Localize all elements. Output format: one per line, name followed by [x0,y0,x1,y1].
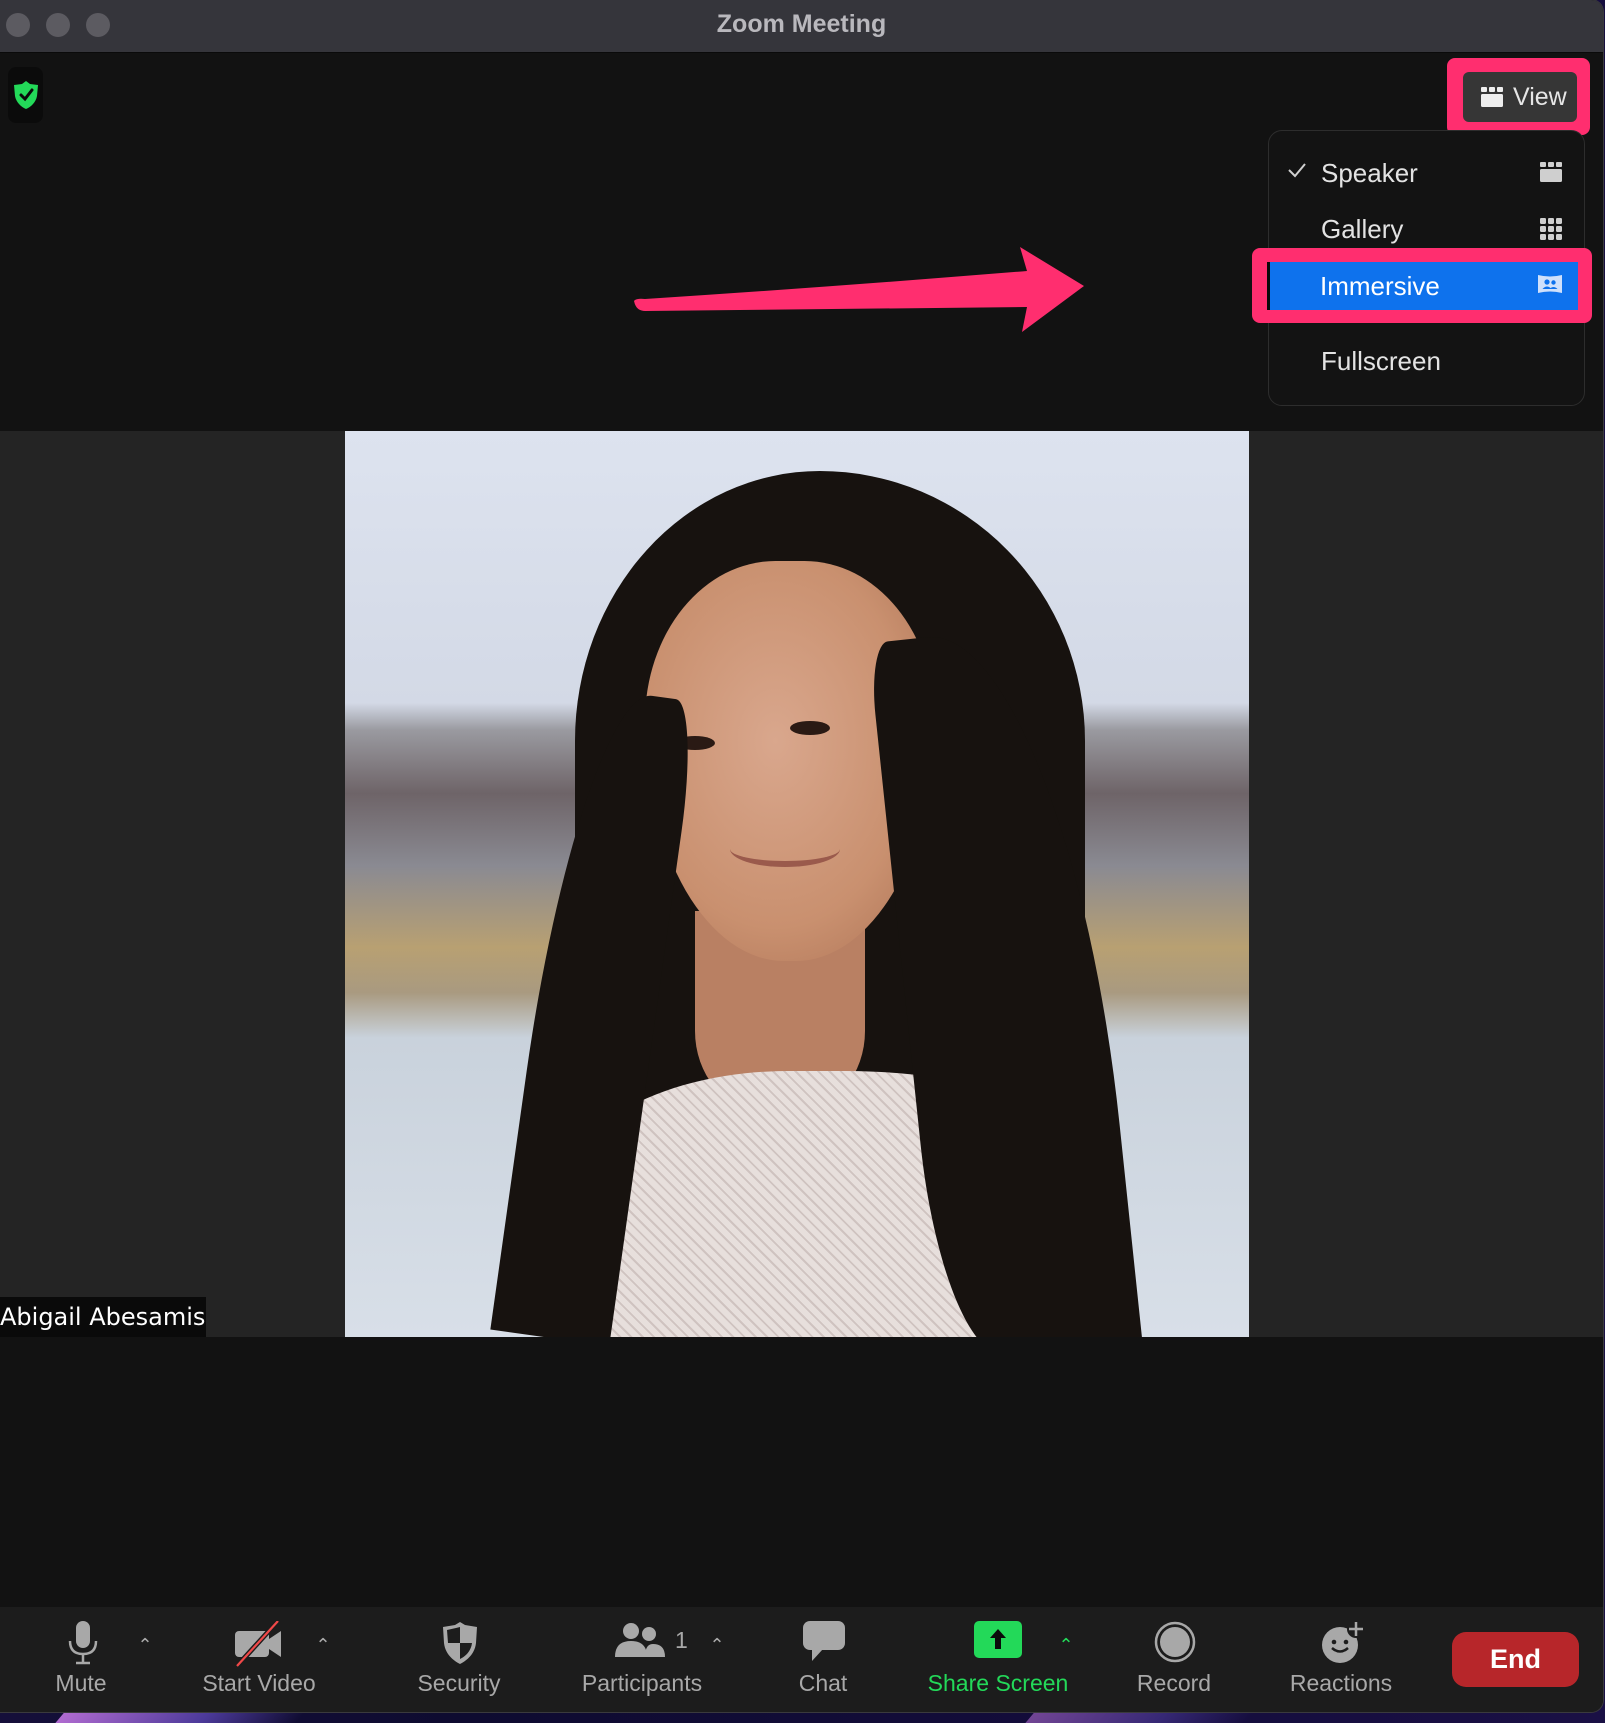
share-screen-icon [974,1621,1022,1658]
reactions-button[interactable]: Reactions [1280,1607,1405,1712]
desktop-wallpaper-streak [1025,1712,1255,1723]
share-screen-button[interactable]: Share Screen [918,1607,1078,1712]
window-title: Zoom Meeting [716,10,887,38]
mute-label: Mute [55,1670,107,1696]
participants-label: Participants [581,1670,703,1696]
video-off-icon [235,1621,281,1667]
chat-button[interactable]: Chat [780,1607,870,1712]
start-video-label: Start Video [202,1670,316,1696]
speaker-view-icon [1540,162,1562,182]
encryption-badge[interactable] [8,67,43,123]
participants-button[interactable]: 1 Participants [570,1607,703,1712]
shield-icon [443,1622,477,1664]
immersive-view-icon [1538,275,1562,293]
shield-check-icon [13,81,38,109]
participants-icon [615,1623,665,1657]
start-video-button[interactable]: Start Video [195,1607,325,1712]
menu-item-label: Immersive [1320,271,1440,301]
desktop-wallpaper [55,1712,305,1723]
view-menu-item-immersive[interactable]: Immersive [1267,262,1578,310]
view-button[interactable]: View [1463,72,1577,122]
view-menu-item-gallery[interactable]: Gallery [1269,204,1584,254]
security-label: Security [417,1670,501,1696]
checkmark-icon [1288,163,1306,178]
meeting-toolbar: Mute ⌃ Start Video ⌃ Security 1 Particip… [0,1607,1603,1712]
record-icon [1154,1621,1196,1663]
participants-options-caret[interactable]: ⌃ [709,1635,724,1656]
record-label: Record [1136,1670,1212,1696]
menu-item-label: Fullscreen [1321,346,1441,376]
participant-video [345,431,1249,1337]
reactions-label: Reactions [1289,1670,1393,1696]
end-meeting-button[interactable]: End [1452,1632,1579,1687]
participant-count: 1 [675,1627,688,1653]
video-tile: Abigail Abesamis [0,431,1603,1337]
gallery-grid-icon [1540,218,1562,240]
view-button-label: View [1513,82,1567,111]
security-button[interactable]: Security [405,1607,515,1712]
share-screen-options-caret[interactable]: ⌃ [1058,1635,1073,1656]
participant-smile [730,831,840,867]
record-button[interactable]: Record [1125,1607,1225,1712]
view-menu-item-speaker[interactable]: Speaker [1269,148,1584,198]
zoom-meeting-window: Zoom Meeting View Speaker Gallery Fullsc… [0,0,1603,1712]
audio-options-caret[interactable]: ⌃ [137,1635,152,1656]
menu-item-label: Speaker [1321,158,1418,188]
share-screen-label: Share Screen [927,1670,1069,1696]
participant-eye [790,721,830,735]
mute-button[interactable]: Mute [50,1607,120,1712]
chat-label: Chat [798,1670,848,1696]
title-bar: Zoom Meeting [0,0,1603,53]
reactions-icon [1322,1620,1365,1663]
menu-item-label: Gallery [1321,214,1404,244]
view-menu-item-fullscreen[interactable]: Fullscreen [1269,336,1584,386]
speaker-view-icon [1481,87,1503,107]
chat-bubble-icon [803,1621,845,1661]
participant-name-label: Abigail Abesamis [0,1297,206,1337]
video-options-caret[interactable]: ⌃ [315,1635,330,1656]
microphone-icon [68,1621,98,1665]
